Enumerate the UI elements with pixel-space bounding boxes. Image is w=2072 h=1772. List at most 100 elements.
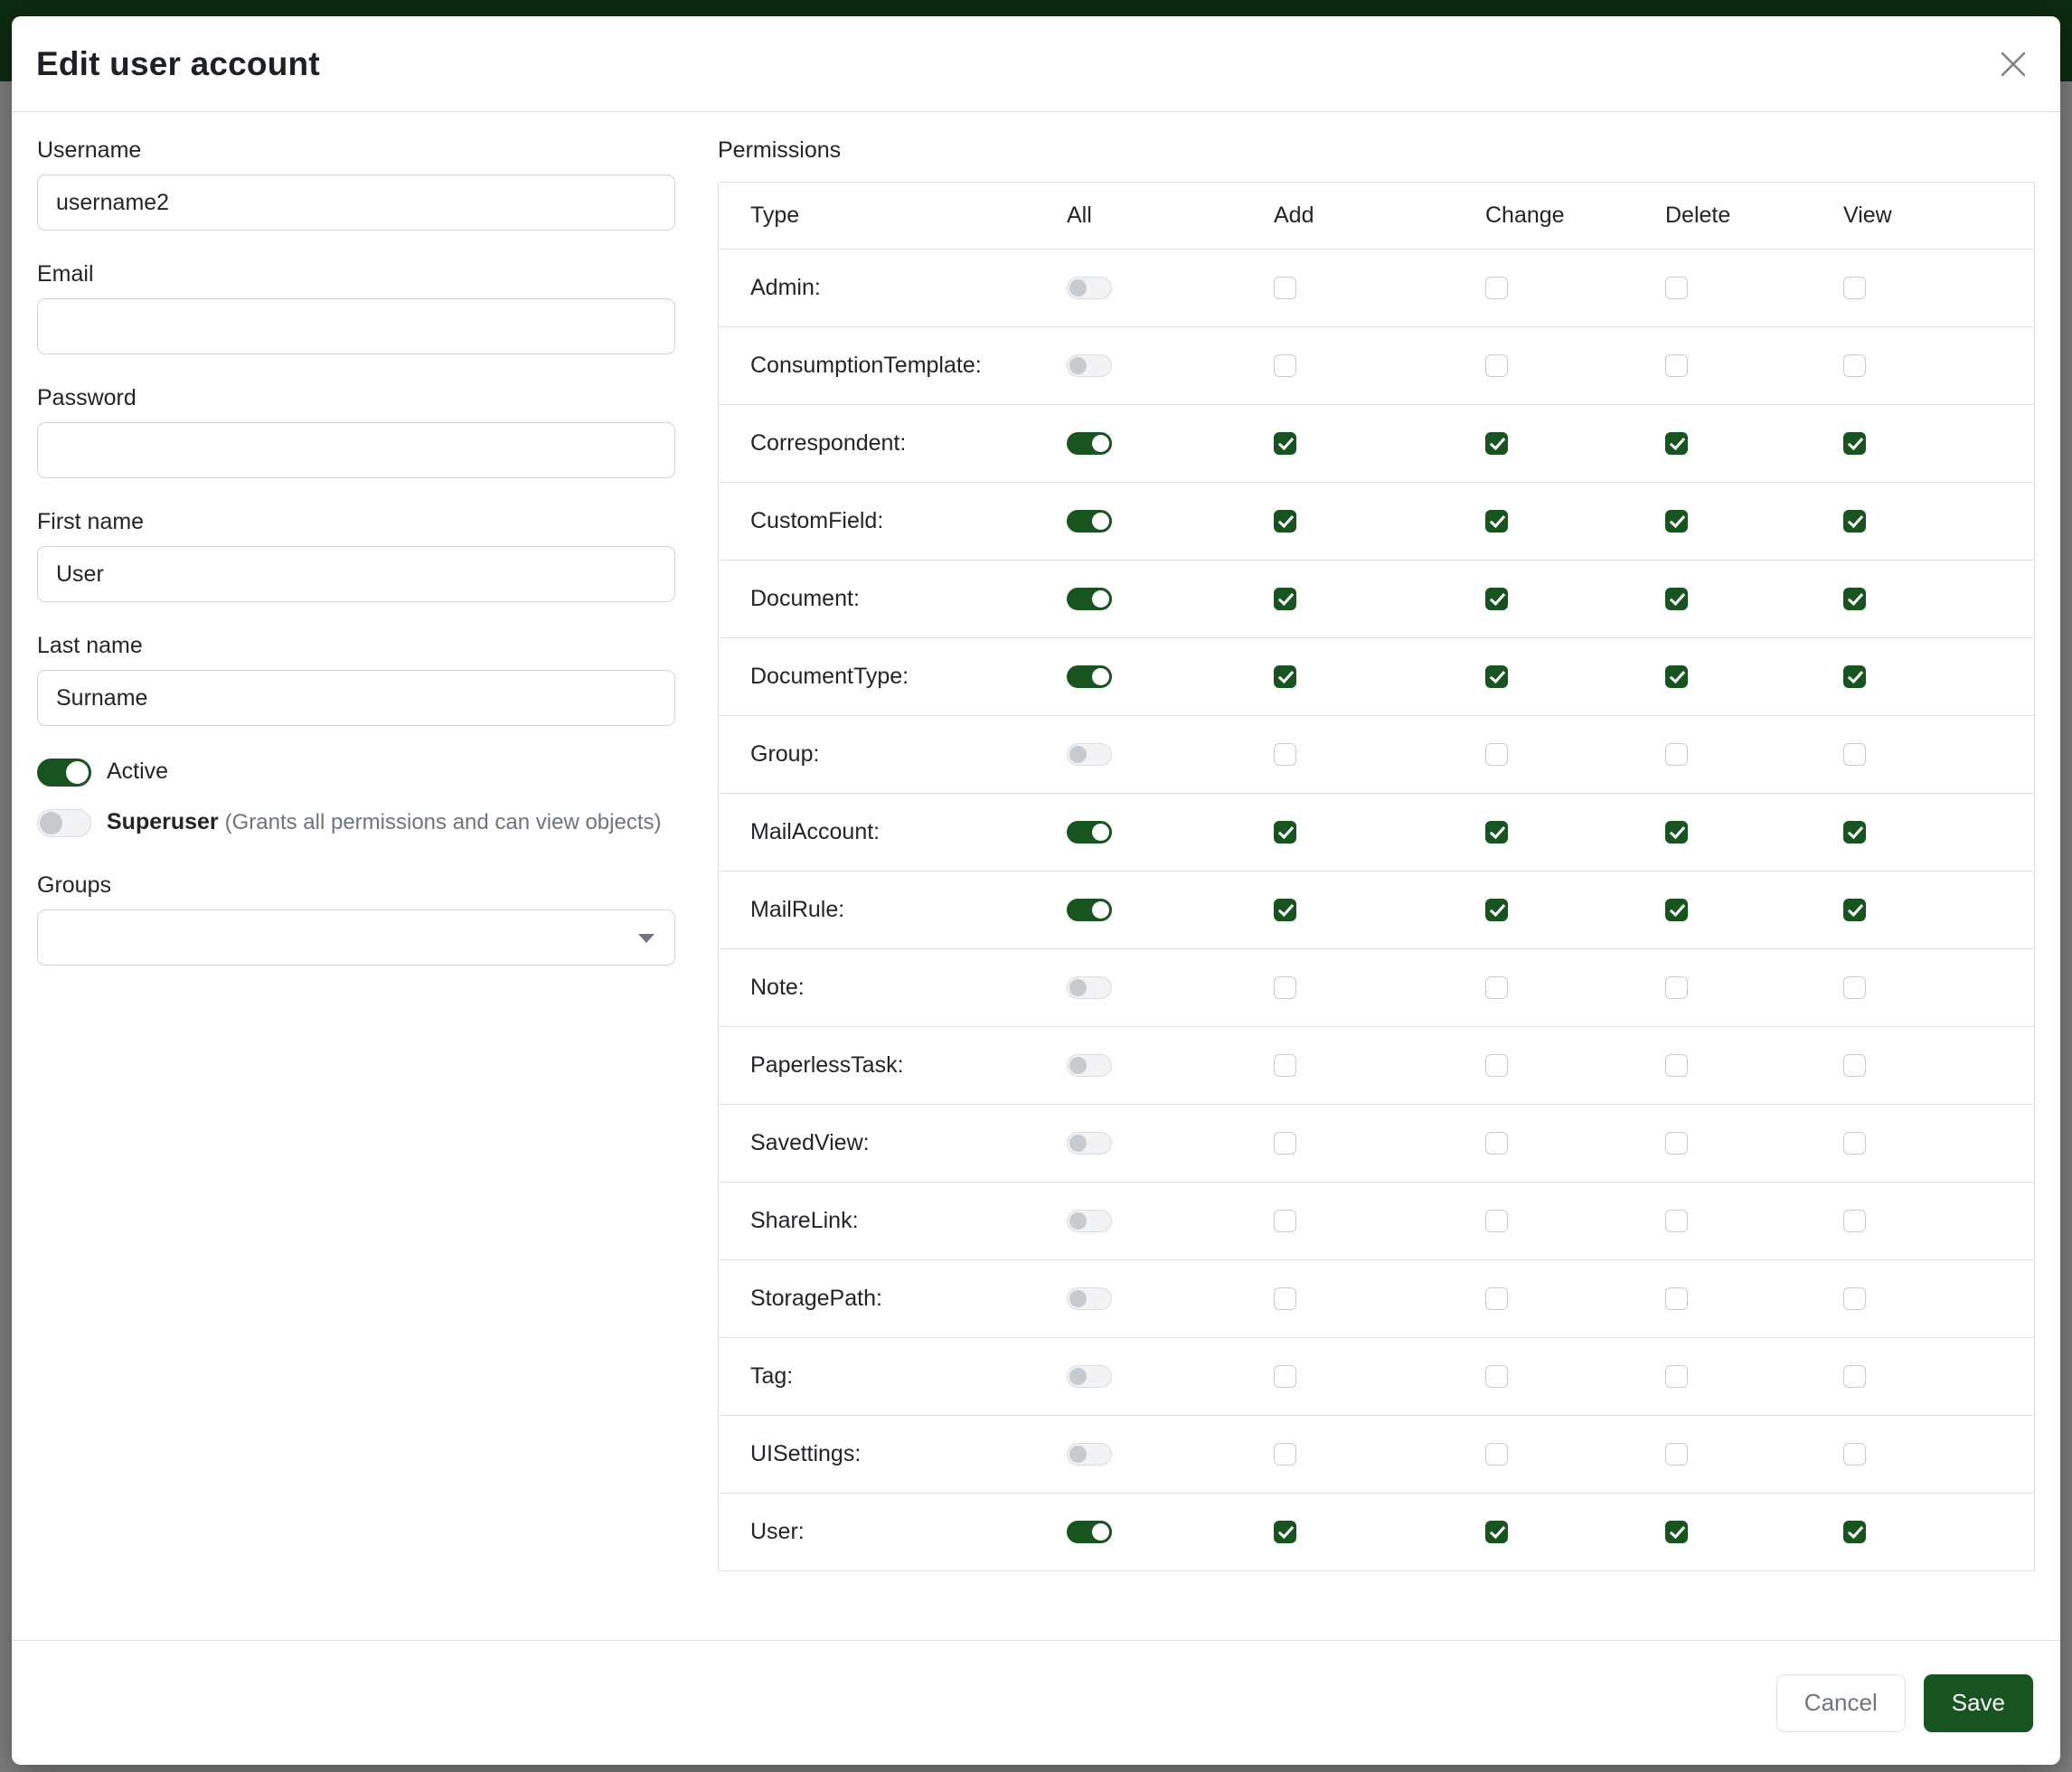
delete-checkbox[interactable] xyxy=(1665,1443,1688,1466)
all-toggle[interactable] xyxy=(1067,1132,1112,1155)
last-name-input[interactable] xyxy=(37,670,675,726)
view-checkbox[interactable] xyxy=(1843,1132,1866,1155)
delete-checkbox[interactable] xyxy=(1665,1365,1688,1388)
active-toggle[interactable] xyxy=(37,759,91,787)
view-checkbox[interactable] xyxy=(1843,976,1866,999)
permission-type-label: ConsumptionTemplate: xyxy=(719,353,1067,379)
all-toggle[interactable] xyxy=(1067,899,1112,921)
view-checkbox[interactable] xyxy=(1843,1210,1866,1232)
change-checkbox[interactable] xyxy=(1485,277,1508,299)
view-checkbox[interactable] xyxy=(1843,588,1866,610)
add-checkbox[interactable] xyxy=(1274,899,1296,921)
all-toggle[interactable] xyxy=(1067,510,1112,533)
add-checkbox[interactable] xyxy=(1274,1132,1296,1155)
delete-checkbox[interactable] xyxy=(1665,277,1688,299)
delete-checkbox[interactable] xyxy=(1665,821,1688,844)
add-checkbox[interactable] xyxy=(1274,1210,1296,1232)
delete-checkbox[interactable] xyxy=(1665,510,1688,533)
delete-checkbox[interactable] xyxy=(1665,1132,1688,1155)
delete-checkbox[interactable] xyxy=(1665,665,1688,688)
change-checkbox[interactable] xyxy=(1485,1287,1508,1310)
view-checkbox[interactable] xyxy=(1843,354,1866,377)
add-checkbox[interactable] xyxy=(1274,588,1296,610)
view-checkbox[interactable] xyxy=(1843,277,1866,299)
add-checkbox[interactable] xyxy=(1274,1287,1296,1310)
groups-select[interactable] xyxy=(37,910,675,966)
permissions-section: Permissions Type All Add Change Delete V… xyxy=(718,137,2035,1615)
change-checkbox[interactable] xyxy=(1485,1521,1508,1543)
change-checkbox[interactable] xyxy=(1485,665,1508,688)
permission-row: CustomField: xyxy=(719,482,2034,560)
change-checkbox[interactable] xyxy=(1485,1443,1508,1466)
add-checkbox[interactable] xyxy=(1274,1054,1296,1077)
change-checkbox[interactable] xyxy=(1485,821,1508,844)
view-checkbox[interactable] xyxy=(1843,821,1866,844)
add-checkbox[interactable] xyxy=(1274,510,1296,533)
delete-checkbox[interactable] xyxy=(1665,1521,1688,1543)
view-checkbox[interactable] xyxy=(1843,1287,1866,1310)
change-checkbox[interactable] xyxy=(1485,1054,1508,1077)
username-input[interactable] xyxy=(37,174,675,231)
delete-checkbox[interactable] xyxy=(1665,354,1688,377)
view-checkbox[interactable] xyxy=(1843,743,1866,766)
delete-checkbox[interactable] xyxy=(1665,588,1688,610)
view-checkbox[interactable] xyxy=(1843,1365,1866,1388)
all-toggle[interactable] xyxy=(1067,1443,1112,1466)
change-checkbox[interactable] xyxy=(1485,432,1508,455)
add-checkbox[interactable] xyxy=(1274,354,1296,377)
password-input[interactable] xyxy=(37,422,675,478)
view-checkbox[interactable] xyxy=(1843,510,1866,533)
all-toggle[interactable] xyxy=(1067,743,1112,766)
change-checkbox[interactable] xyxy=(1485,899,1508,921)
email-input[interactable] xyxy=(37,298,675,354)
add-checkbox[interactable] xyxy=(1274,976,1296,999)
permission-type-label: PaperlessTask: xyxy=(719,1052,1067,1079)
save-button[interactable]: Save xyxy=(1924,1674,2033,1732)
add-checkbox[interactable] xyxy=(1274,743,1296,766)
delete-checkbox[interactable] xyxy=(1665,899,1688,921)
view-checkbox[interactable] xyxy=(1843,1521,1866,1543)
change-checkbox[interactable] xyxy=(1485,588,1508,610)
delete-checkbox[interactable] xyxy=(1665,432,1688,455)
add-checkbox[interactable] xyxy=(1274,432,1296,455)
change-checkbox[interactable] xyxy=(1485,1132,1508,1155)
close-icon[interactable] xyxy=(1993,44,2033,84)
add-checkbox[interactable] xyxy=(1274,1443,1296,1466)
view-checkbox[interactable] xyxy=(1843,1443,1866,1466)
all-toggle[interactable] xyxy=(1067,1365,1112,1388)
all-toggle[interactable] xyxy=(1067,1210,1112,1232)
superuser-toggle[interactable] xyxy=(37,809,91,837)
delete-checkbox[interactable] xyxy=(1665,976,1688,999)
all-toggle[interactable] xyxy=(1067,976,1112,999)
all-toggle[interactable] xyxy=(1067,1521,1112,1543)
change-checkbox[interactable] xyxy=(1485,354,1508,377)
all-toggle[interactable] xyxy=(1067,665,1112,688)
delete-checkbox[interactable] xyxy=(1665,743,1688,766)
add-checkbox[interactable] xyxy=(1274,665,1296,688)
view-checkbox[interactable] xyxy=(1843,899,1866,921)
delete-checkbox[interactable] xyxy=(1665,1287,1688,1310)
all-toggle[interactable] xyxy=(1067,1054,1112,1077)
cancel-button[interactable]: Cancel xyxy=(1776,1674,1906,1732)
add-checkbox[interactable] xyxy=(1274,277,1296,299)
all-toggle[interactable] xyxy=(1067,1287,1112,1310)
all-toggle[interactable] xyxy=(1067,354,1112,377)
change-checkbox[interactable] xyxy=(1485,743,1508,766)
change-checkbox[interactable] xyxy=(1485,976,1508,999)
all-toggle[interactable] xyxy=(1067,821,1112,844)
add-checkbox[interactable] xyxy=(1274,1365,1296,1388)
add-checkbox[interactable] xyxy=(1274,1521,1296,1543)
view-checkbox[interactable] xyxy=(1843,665,1866,688)
change-checkbox[interactable] xyxy=(1485,510,1508,533)
change-checkbox[interactable] xyxy=(1485,1365,1508,1388)
delete-checkbox[interactable] xyxy=(1665,1054,1688,1077)
all-toggle[interactable] xyxy=(1067,432,1112,455)
all-toggle[interactable] xyxy=(1067,277,1112,299)
all-toggle[interactable] xyxy=(1067,588,1112,610)
change-checkbox[interactable] xyxy=(1485,1210,1508,1232)
delete-checkbox[interactable] xyxy=(1665,1210,1688,1232)
view-checkbox[interactable] xyxy=(1843,432,1866,455)
first-name-input[interactable] xyxy=(37,546,675,602)
add-checkbox[interactable] xyxy=(1274,821,1296,844)
view-checkbox[interactable] xyxy=(1843,1054,1866,1077)
